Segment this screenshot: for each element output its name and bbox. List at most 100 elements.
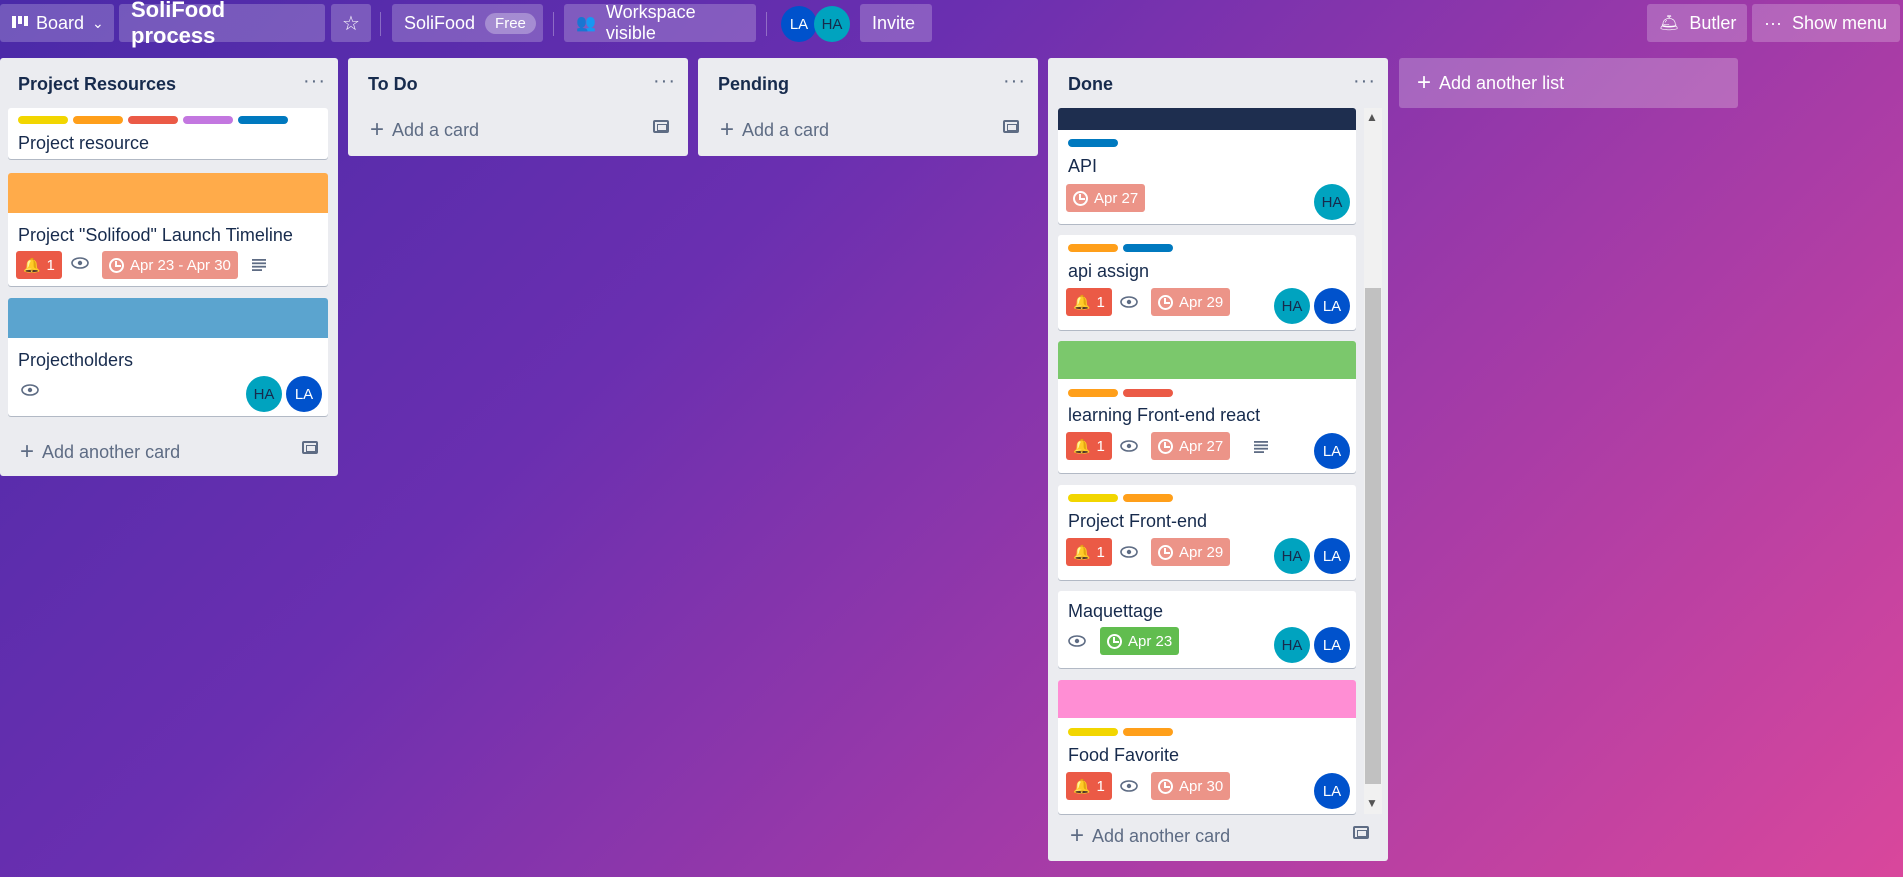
board-header: Board ⌄ SoliFood process ☆ SoliFood Free…: [0, 0, 1903, 48]
card-template-icon[interactable]: [653, 120, 669, 133]
more-icon: ···: [1764, 12, 1782, 33]
description-icon: [1254, 441, 1268, 453]
add-card-button[interactable]: + Add another card: [20, 438, 180, 466]
butler-button[interactable]: 🛎 Butler: [1647, 4, 1747, 42]
member-avatar-ha[interactable]: HA: [246, 376, 282, 412]
member-avatar-ha[interactable]: HA: [1274, 627, 1310, 663]
due-date-badge[interactable]: Apr 30: [1151, 772, 1231, 800]
card-template-icon[interactable]: [1003, 120, 1019, 133]
workspace-button[interactable]: SoliFood Free: [392, 4, 543, 42]
list-pending: Pending ··· + Add a card: [698, 58, 1038, 156]
people-icon: 👥: [576, 15, 596, 32]
member-avatar-la[interactable]: LA: [1314, 538, 1350, 574]
label-blue[interactable]: [1123, 244, 1173, 252]
list-title[interactable]: Project Resources: [18, 74, 176, 95]
board-view-switcher[interactable]: Board ⌄: [0, 4, 114, 42]
member-avatar-ha[interactable]: HA: [814, 6, 850, 42]
due-date: Apr 29: [1179, 543, 1224, 561]
chevron-down-icon: ⌄: [92, 14, 104, 31]
add-card-label: Add another card: [42, 441, 181, 462]
label-orange[interactable]: [1068, 244, 1118, 252]
notification-badge[interactable]: 🔔 1: [1066, 772, 1112, 800]
member-avatar-la[interactable]: LA: [286, 376, 322, 412]
show-menu-button[interactable]: ··· Show menu: [1752, 4, 1900, 42]
label-yellow[interactable]: [1068, 728, 1118, 736]
list-menu-icon[interactable]: ···: [1353, 70, 1376, 93]
due-date-badge[interactable]: Apr 29: [1151, 538, 1231, 566]
star-button[interactable]: ☆: [331, 4, 371, 42]
scroll-down-arrow[interactable]: ▼: [1366, 796, 1378, 810]
card-learning-front-end-react[interactable]: learning Front-end react 🔔 1 Apr 27 LA: [1058, 341, 1356, 473]
invite-button[interactable]: Invite: [860, 4, 932, 42]
label-red[interactable]: [128, 116, 178, 124]
due-date-badge[interactable]: Apr 27: [1066, 184, 1146, 212]
due-date-badge[interactable]: Apr 23: [1100, 627, 1180, 655]
member-avatar-ha[interactable]: HA: [1274, 538, 1310, 574]
label-blue[interactable]: [238, 116, 288, 124]
add-card-button[interactable]: + Add a card: [720, 116, 829, 144]
notification-count: 1: [1096, 777, 1105, 795]
member-avatar-la[interactable]: LA: [1314, 773, 1350, 809]
card-projectholders[interactable]: Projectholders HA LA: [8, 298, 328, 416]
list-menu-icon[interactable]: ···: [1003, 70, 1026, 93]
view-label: Board: [36, 12, 85, 33]
label-yellow[interactable]: [1068, 494, 1118, 502]
card-maquettage[interactable]: Maquettage Apr 23 HA LA: [1058, 591, 1356, 668]
label-orange[interactable]: [73, 116, 123, 124]
done-list-scroll-thumb[interactable]: [1365, 288, 1381, 784]
label-red[interactable]: [1123, 389, 1173, 397]
notification-badge[interactable]: 🔔 1: [16, 251, 62, 279]
visibility-button[interactable]: 👥 Workspace visible: [564, 2, 756, 43]
card-title: Maquettage: [1068, 601, 1164, 621]
due-date-badge[interactable]: Apr 23 - Apr 30: [102, 251, 238, 279]
list-title[interactable]: To Do: [368, 74, 418, 95]
plus-icon: +: [370, 116, 385, 143]
card-title: api assign: [1068, 261, 1150, 281]
list-title[interactable]: Pending: [718, 74, 789, 95]
card-project-resource[interactable]: Project resource: [8, 108, 328, 159]
member-avatar-la[interactable]: LA: [1314, 433, 1350, 469]
card-template-icon[interactable]: [302, 441, 318, 454]
add-list-button[interactable]: + Add another list: [1399, 58, 1738, 108]
header-divider: [380, 12, 381, 36]
due-date-badge[interactable]: Apr 29: [1151, 288, 1231, 316]
scroll-up-arrow[interactable]: ▲: [1366, 110, 1378, 124]
card-api-assign[interactable]: api assign 🔔 1 Apr 29 HA LA: [1058, 235, 1356, 330]
member-avatar-la[interactable]: LA: [1314, 627, 1350, 663]
watch-icon: [21, 384, 39, 396]
card-template-icon[interactable]: [1353, 826, 1369, 839]
list-menu-icon[interactable]: ···: [653, 70, 676, 93]
header-divider: [553, 12, 554, 36]
label-yellow[interactable]: [18, 116, 68, 124]
card-launch-timeline[interactable]: Project "Solifood" Launch Timeline 🔔 1 Ap…: [8, 173, 328, 286]
member-avatar-ha[interactable]: HA: [1314, 184, 1350, 220]
label-blue[interactable]: [1068, 139, 1118, 147]
due-date-badge[interactable]: Apr 27: [1151, 432, 1231, 460]
plus-icon: +: [20, 438, 35, 465]
card-cover: [1058, 680, 1356, 718]
member-avatar-ha[interactable]: HA: [1274, 288, 1310, 324]
label-orange[interactable]: [1123, 728, 1173, 736]
label-orange[interactable]: [1068, 389, 1118, 397]
add-card-button[interactable]: + Add another card: [1070, 822, 1230, 850]
notification-count: 1: [1096, 543, 1105, 561]
notification-badge[interactable]: 🔔 1: [1066, 538, 1112, 566]
label-purple[interactable]: [183, 116, 233, 124]
list-title[interactable]: Done: [1068, 74, 1113, 95]
card-api[interactable]: API Apr 27 HA: [1058, 108, 1356, 224]
card-title: API: [1068, 156, 1098, 176]
card-cover: [1058, 108, 1356, 130]
add-card-label: Add another card: [1092, 825, 1231, 846]
member-avatar-la[interactable]: LA: [1314, 288, 1350, 324]
member-avatar-la[interactable]: LA: [781, 6, 817, 42]
label-orange[interactable]: [1123, 494, 1173, 502]
add-card-button[interactable]: + Add a card: [370, 116, 479, 144]
card-project-front-end[interactable]: Project Front-end 🔔 1 Apr 29 HA LA: [1058, 485, 1356, 580]
clock-icon: [1158, 294, 1173, 310]
notification-badge[interactable]: 🔔 1: [1066, 288, 1112, 316]
board-title[interactable]: SoliFood process: [119, 0, 325, 48]
list-menu-icon[interactable]: ···: [303, 70, 326, 93]
notification-badge[interactable]: 🔔 1: [1066, 432, 1112, 460]
card-food-favorite[interactable]: Food Favorite 🔔 1 Apr 30 LA: [1058, 680, 1356, 814]
list-to-do: To Do ··· + Add a card: [348, 58, 688, 156]
